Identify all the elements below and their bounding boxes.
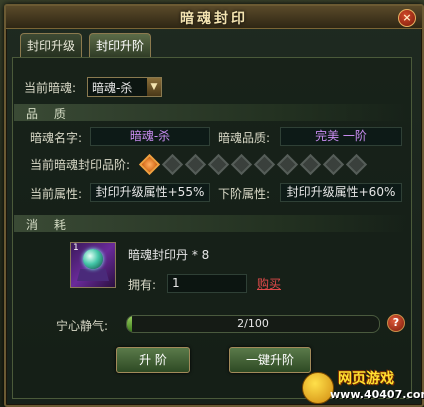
current-soul-label: 当前暗魂:	[24, 81, 77, 95]
soul-name-label: 暗魂名字:	[30, 131, 83, 145]
tab-seal-upgrade[interactable]: 封印升级	[20, 33, 83, 58]
soul-select[interactable]: 暗魂-杀 ▼	[87, 77, 162, 97]
owned-count-field: 1	[167, 274, 247, 293]
window-title: 暗魂封印	[180, 11, 248, 27]
item-base-shape	[77, 269, 109, 281]
soul-quality-label: 暗魂品质:	[218, 131, 271, 145]
current-attr-value: 封印升级属性+55%	[90, 183, 210, 202]
logo-line-2: www.40407.com	[330, 388, 424, 401]
soul-orb-icon	[83, 249, 103, 269]
consume-section-header: 消 耗	[14, 215, 408, 232]
close-icon[interactable]: ×	[398, 9, 416, 27]
next-attr-label: 下阶属性:	[218, 187, 271, 201]
item-corner-count: 1	[73, 243, 79, 253]
calm-progress-text: 2/100	[237, 317, 269, 330]
upgrade-button[interactable]: 升 阶	[116, 347, 190, 373]
owned-label: 拥有:	[128, 278, 157, 292]
quality-section-title: 品 质	[26, 107, 72, 121]
calm-label: 宁心静气:	[56, 319, 109, 333]
consume-section-title: 消 耗	[26, 218, 72, 232]
one-click-upgrade-button[interactable]: 一键升阶	[229, 347, 311, 373]
chevron-down-icon[interactable]: ▼	[147, 78, 161, 96]
title-bar[interactable]: 暗魂封印 ×	[6, 6, 422, 29]
tab-seal-advance[interactable]: 封印升阶	[89, 33, 152, 58]
help-icon[interactable]: ?	[387, 314, 405, 332]
seal-level-label: 当前暗魂封印品阶:	[30, 158, 131, 172]
soul-name-value: 暗魂-杀	[90, 127, 210, 146]
current-attr-label: 当前属性:	[30, 187, 83, 201]
site-logo: 网页游戏 www.40407.com	[300, 366, 424, 406]
buy-link[interactable]: 购买	[257, 275, 281, 292]
soul-select-value: 暗魂-杀	[92, 81, 133, 95]
next-attr-value: 封印升级属性+60%	[280, 183, 402, 202]
item-name: 暗魂封印丹 * 8	[128, 248, 210, 262]
quality-section-header: 品 质	[14, 104, 408, 121]
soul-quality-value: 完美 一阶	[280, 127, 402, 146]
logo-line-1: 网页游戏	[338, 371, 394, 387]
calm-progress-bar: 2/100	[126, 315, 380, 333]
seal-pill-item-slot[interactable]: 1	[70, 242, 116, 288]
